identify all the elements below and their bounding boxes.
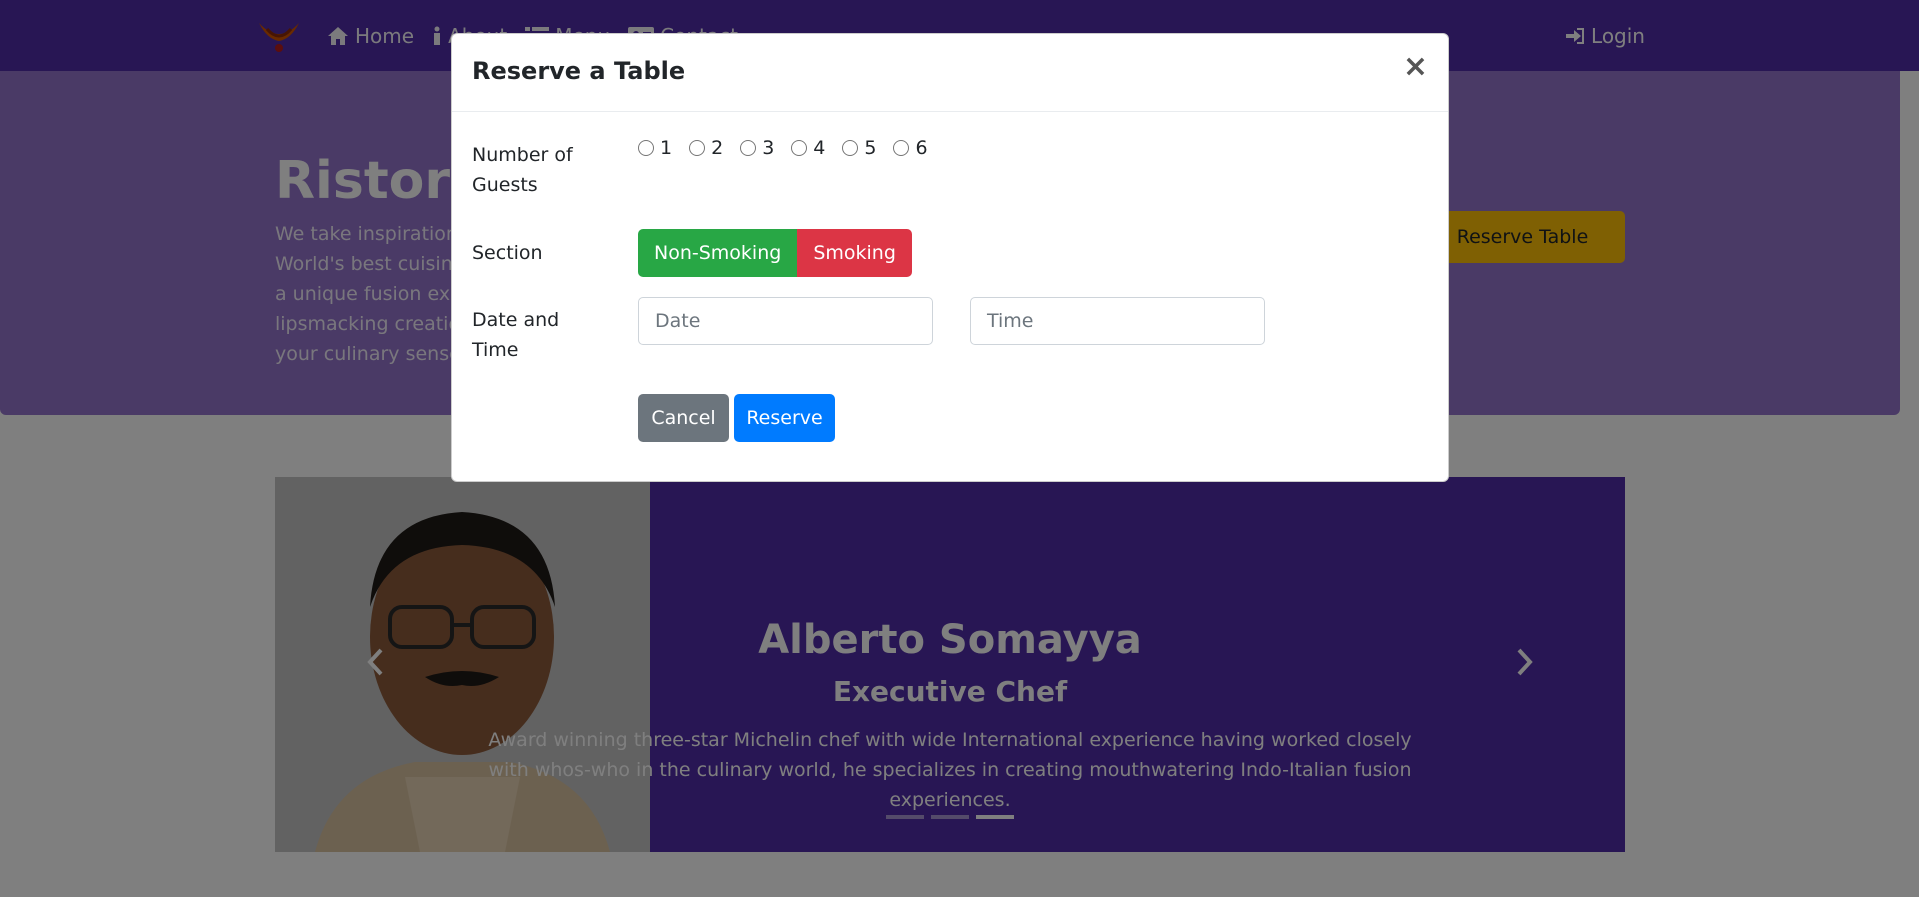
guests-radio-group: 1 2 3 4 5 6 [638, 137, 928, 159]
guests-label: Number of Guests [472, 144, 573, 196]
guest-option-label: 6 [915, 137, 928, 159]
modal-title: Reserve a Table [472, 57, 686, 85]
guest-option-label: 2 [711, 137, 724, 159]
guest-option[interactable]: 4 [791, 137, 825, 159]
guest-option-label: 1 [660, 137, 673, 159]
smoking-button[interactable]: Smoking [797, 229, 912, 277]
radio-button[interactable] [740, 140, 757, 156]
non-smoking-button[interactable]: Non-Smoking [638, 229, 798, 277]
time-input[interactable]: Time [970, 297, 1265, 345]
close-button[interactable]: × [1403, 52, 1428, 82]
guest-option[interactable]: 3 [740, 137, 774, 159]
radio-button[interactable] [842, 140, 859, 156]
radio-button[interactable] [689, 140, 706, 156]
section-toggle: Non-Smoking Smoking [638, 229, 912, 277]
datetime-label: Date and Time [472, 309, 560, 361]
guest-option[interactable]: 5 [842, 137, 876, 159]
guest-option-label: 5 [864, 137, 877, 159]
section-label: Section [472, 242, 543, 264]
date-input[interactable]: Date [638, 297, 933, 345]
reserve-table-modal: Reserve a Table × Number of Guests 1 2 3… [451, 33, 1449, 482]
radio-button[interactable] [638, 140, 654, 156]
modal-header: Reserve a Table × [452, 34, 1448, 112]
guest-option[interactable]: 2 [689, 137, 723, 159]
guest-option[interactable]: 1 [638, 137, 672, 159]
reserve-button[interactable]: Reserve [734, 394, 835, 442]
guest-option-label: 3 [762, 137, 775, 159]
guest-option[interactable]: 6 [893, 137, 928, 159]
cancel-button[interactable]: Cancel [638, 394, 729, 442]
radio-button[interactable] [791, 140, 808, 156]
radio-button[interactable] [893, 140, 910, 156]
guest-option-label: 4 [813, 137, 826, 159]
